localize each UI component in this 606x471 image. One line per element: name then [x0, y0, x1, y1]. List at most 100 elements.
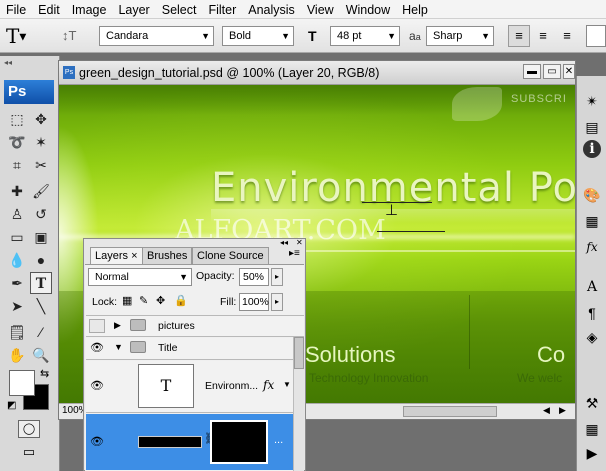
gradient-tool-icon[interactable]: ▣ [30, 226, 52, 248]
expand-arrow-icon[interactable]: ▶ [114, 320, 121, 331]
lasso-tool-icon[interactable]: ➰ [6, 131, 28, 153]
opacity-input[interactable]: 50% [239, 268, 269, 286]
menu-select[interactable]: Select [156, 0, 203, 18]
swatches-icon[interactable]: ▦ [581, 210, 603, 232]
layer-row-pictures[interactable]: ▶ pictures [86, 315, 304, 337]
tab-layers[interactable]: Layers × [90, 247, 143, 264]
swap-colors-icon[interactable]: ⇆ [40, 367, 49, 380]
clone-stamp-tool-icon[interactable]: ♙ [6, 203, 28, 225]
document-title-bar[interactable]: Ps green_design_tutorial.psd @ 100% (Lay… [59, 61, 575, 85]
font-style-select[interactable]: Bold ▼ [222, 26, 294, 46]
scroll-thumb[interactable] [403, 406, 497, 417]
align-center-button[interactable]: ≡ [532, 25, 554, 47]
panel-grip-icon[interactable]: ◂◂ [4, 59, 54, 67]
marquee-tool-icon[interactable]: ⬚ [6, 108, 28, 130]
layer-name[interactable]: pictures [158, 320, 195, 332]
lock-position-icon[interactable]: ✥ [156, 294, 165, 307]
fx-icon[interactable]: fx [263, 378, 274, 392]
hand-tool-icon[interactable]: ✋ [6, 344, 28, 366]
scroll-right-icon[interactable]: ▶ [559, 405, 566, 416]
text-color-swatch[interactable] [586, 25, 606, 47]
menu-analysis[interactable]: Analysis [242, 0, 301, 18]
layer-name[interactable]: Environm... [205, 380, 258, 392]
tab-brushes[interactable]: Brushes [142, 247, 193, 264]
quick-mask-icon[interactable]: ◯ [18, 420, 40, 438]
crop-tool-icon[interactable]: ⌗ [6, 154, 28, 176]
eye-icon[interactable]: 👁 [89, 435, 105, 449]
layer-row-title[interactable]: 👁 ▼ Title [86, 338, 304, 360]
minimize-button[interactable]: ▬ [523, 64, 541, 79]
zoom-tool-icon[interactable]: 🔍 [30, 344, 52, 366]
layer-row-selected[interactable]: 👁 ⛓ ... [86, 414, 304, 470]
color-icon[interactable]: 🎨 [581, 184, 603, 206]
type-tool-icon[interactable]: T [30, 272, 52, 294]
menu-window[interactable]: Window [340, 0, 396, 18]
magic-wand-tool-icon[interactable]: ✶ [30, 131, 52, 153]
path-selection-tool-icon[interactable]: ➤ [6, 295, 28, 317]
font-family-select[interactable]: Candara ▼ [99, 26, 214, 46]
slice-tool-icon[interactable]: ✂ [30, 154, 52, 176]
fill-input[interactable]: 100% [239, 293, 269, 311]
dodge-tool-icon[interactable]: ● [30, 249, 52, 271]
close-button[interactable]: ✕ [563, 64, 575, 79]
character-icon[interactable]: A [581, 276, 603, 298]
type-tool-preset-icon[interactable]: T▼ [6, 24, 42, 48]
subscribe-link[interactable]: SUBSCRI [511, 93, 567, 105]
align-left-button[interactable]: ≡ [508, 25, 530, 47]
effects-expand-icon[interactable]: ▼ [283, 380, 291, 389]
collapse-arrow-icon[interactable]: ▼ [114, 342, 123, 352]
tab-close-icon[interactable]: × [131, 250, 137, 262]
histogram-icon[interactable]: ▤ [581, 116, 603, 138]
menu-file[interactable]: File [0, 0, 32, 18]
screen-mode-icon[interactable]: ▭ [18, 444, 40, 462]
anti-alias-select[interactable]: Sharp ▼ [426, 26, 494, 46]
pen-tool-icon[interactable]: ✒ [6, 272, 28, 294]
align-right-button[interactable]: ≡ [556, 25, 578, 47]
blend-mode-select[interactable]: Normal ▼ [88, 268, 192, 286]
eyedropper-tool-icon[interactable]: ⁄ [30, 321, 52, 343]
layer-name[interactable]: Title [158, 342, 177, 354]
panel-collapse-icon[interactable]: ◂◂ [280, 238, 288, 247]
layer-options-more[interactable]: ... [274, 434, 283, 446]
navigator-icon[interactable]: ✴ [581, 90, 603, 112]
move-tool-icon[interactable]: ✥ [30, 108, 52, 130]
tab-clone-source[interactable]: Clone Source [192, 247, 269, 264]
play-icon[interactable]: ▶ [581, 442, 603, 464]
eye-icon[interactable]: 👁 [89, 379, 105, 393]
panel-menu-icon[interactable]: ▸≡ [289, 248, 300, 259]
actions-icon[interactable]: ▦ [581, 418, 603, 440]
visibility-toggle-empty[interactable] [89, 319, 105, 333]
eye-icon[interactable]: 👁 [89, 341, 105, 355]
panel-close-icon[interactable]: ✕ [296, 238, 303, 247]
foreground-color-swatch[interactable] [9, 370, 35, 396]
opacity-slider-button[interactable]: ▸ [271, 268, 283, 286]
healing-brush-tool-icon[interactable]: ✚ [6, 180, 28, 202]
info-icon[interactable]: i [583, 140, 601, 158]
lock-transparency-icon[interactable]: ▦ [122, 294, 132, 307]
default-colors-icon[interactable]: ◩ [7, 400, 16, 411]
menu-layer[interactable]: Layer [112, 0, 155, 18]
brush-tool-icon[interactable]: 🖌 [30, 180, 52, 202]
lock-all-icon[interactable]: 🔒 [174, 294, 188, 307]
notes-tool-icon[interactable]: 🗒 [6, 321, 28, 343]
history-brush-tool-icon[interactable]: ↺ [30, 203, 52, 225]
eraser-tool-icon[interactable]: ▭ [6, 226, 28, 248]
line-tool-icon[interactable]: ╲ [30, 295, 52, 317]
paragraph-icon[interactable]: ¶ [581, 302, 603, 324]
font-size-select[interactable]: 48 pt ▼ [330, 26, 400, 46]
fill-slider-button[interactable]: ▸ [271, 293, 283, 311]
lock-pixels-icon[interactable]: ✎ [139, 294, 148, 307]
menu-help[interactable]: Help [396, 0, 434, 18]
maximize-button[interactable]: ▭ [543, 64, 561, 79]
styles-icon[interactable]: fx [581, 236, 603, 258]
scroll-thumb[interactable] [294, 337, 304, 369]
scroll-left-icon[interactable]: ◀ [543, 405, 550, 416]
menu-edit[interactable]: Edit [32, 0, 66, 18]
blur-tool-icon[interactable]: 💧 [6, 249, 28, 271]
layers-icon[interactable]: ◈ [581, 326, 603, 348]
orientation-toggle-icon[interactable]: ↕T [62, 27, 80, 45]
menu-filter[interactable]: Filter [202, 0, 242, 18]
menu-image[interactable]: Image [66, 0, 113, 18]
layers-scrollbar[interactable] [293, 337, 304, 471]
menu-view[interactable]: View [301, 0, 340, 18]
